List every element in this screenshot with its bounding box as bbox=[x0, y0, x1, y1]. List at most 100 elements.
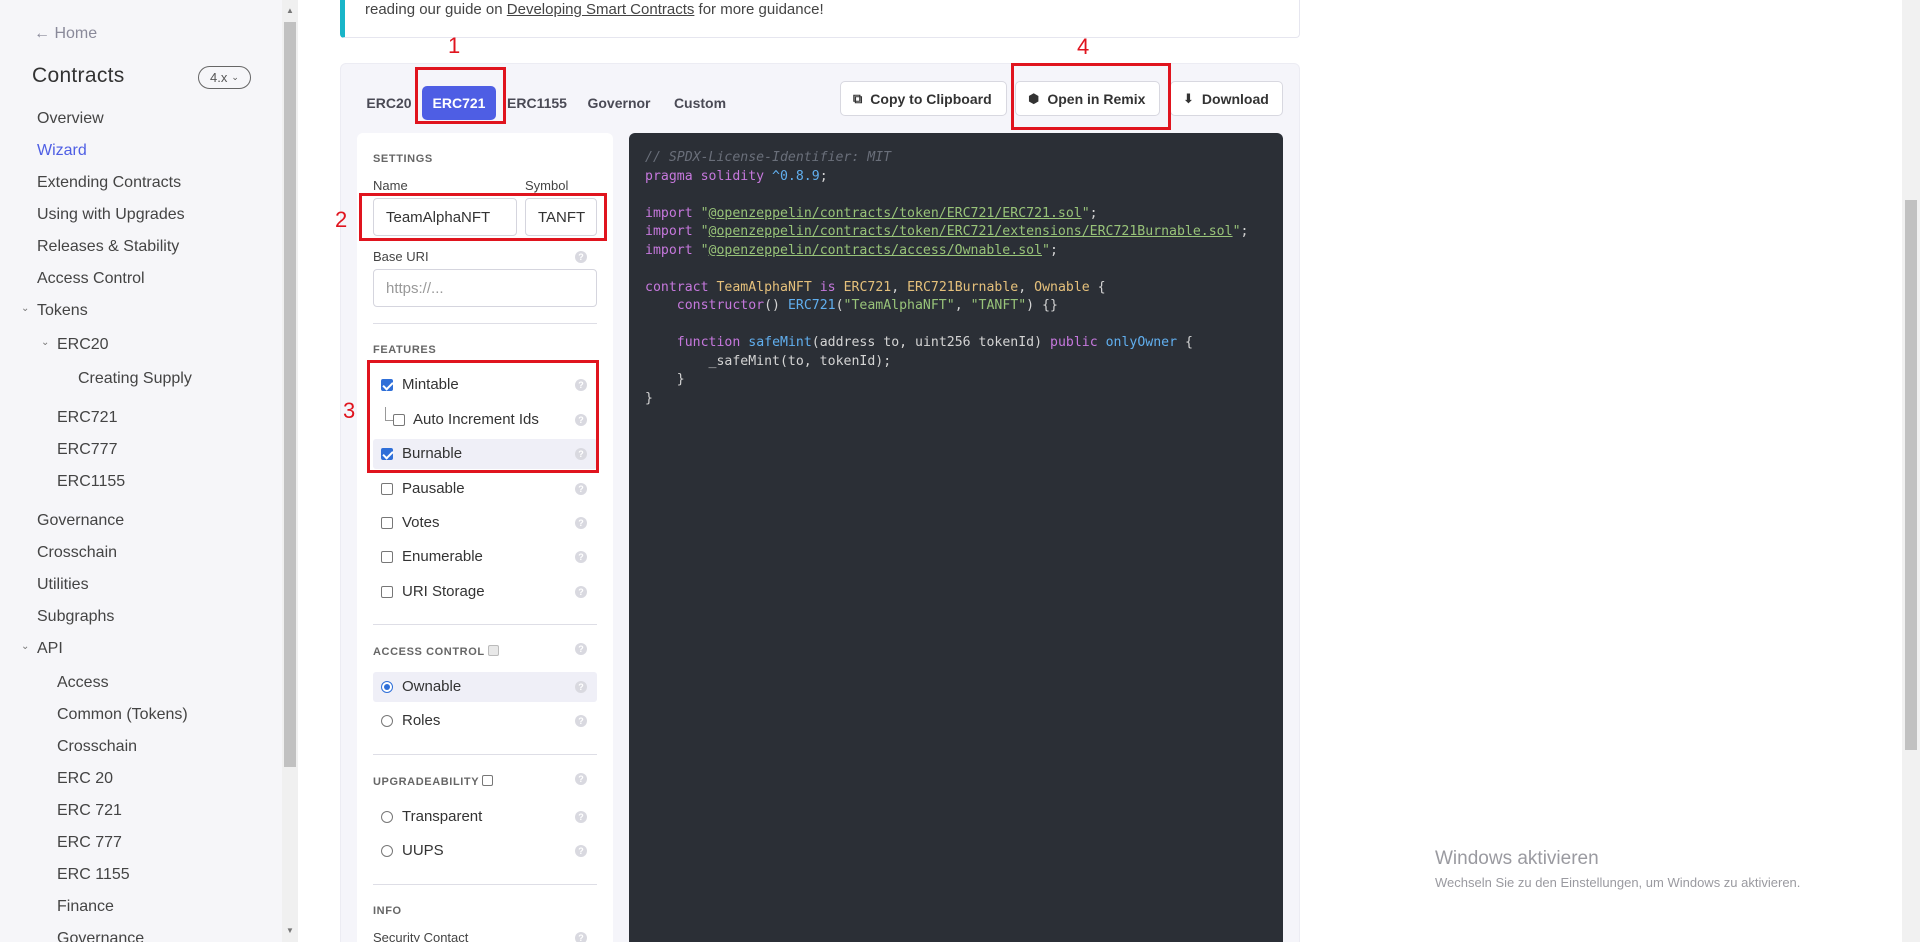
access-control-checkbox[interactable] bbox=[487, 645, 499, 656]
sidebar-item-erc1155[interactable]: ERC1155 bbox=[57, 473, 125, 491]
sidebar-item-api-governance[interactable]: Governance bbox=[57, 930, 144, 942]
symbol-label: Symbol bbox=[525, 178, 569, 193]
sidebar-item-label: API bbox=[37, 640, 63, 657]
help-icon[interactable]: ? bbox=[575, 681, 587, 693]
feature-votes[interactable]: Votes ? bbox=[373, 508, 597, 538]
sidebar-item-creating-supply[interactable]: Creating Supply bbox=[78, 370, 192, 388]
code-import-2: @openzeppelin/contracts/token/ERC721/ext… bbox=[708, 224, 1233, 239]
sidebar-item-access-control[interactable]: Access Control bbox=[37, 270, 145, 288]
upgradeability-heading-text: Upgradeability bbox=[373, 776, 480, 788]
guide-notice: reading our guide on Developing Smart Co… bbox=[340, 0, 1300, 38]
chevron-down-icon[interactable]: ⌄ bbox=[21, 303, 29, 314]
sidebar-item-utilities[interactable]: Utilities bbox=[37, 576, 89, 594]
sidebar-item-api-erc20[interactable]: ERC 20 bbox=[57, 770, 113, 788]
help-icon[interactable]: ? bbox=[575, 811, 587, 823]
home-link[interactable]: ← Home bbox=[34, 25, 97, 43]
name-label: Name bbox=[373, 178, 408, 193]
feature-enumerable[interactable]: Enumerable ? bbox=[373, 542, 597, 572]
sidebar-scrollbar[interactable]: ▲ ▼ bbox=[282, 0, 298, 942]
copy-icon: ⧉ bbox=[853, 90, 863, 106]
help-icon[interactable]: ? bbox=[575, 715, 587, 727]
sidebar-item-crosschain[interactable]: Crosschain bbox=[37, 544, 117, 562]
copy-to-clipboard-button[interactable]: ⧉ Copy to Clipboard bbox=[840, 81, 1007, 116]
roles-radio[interactable] bbox=[381, 715, 393, 727]
access-roles[interactable]: Roles ? bbox=[373, 706, 597, 736]
sidebar-group-tokens[interactable]: ⌄ Tokens bbox=[21, 302, 88, 320]
uups-radio[interactable] bbox=[381, 845, 393, 857]
chevron-down-icon[interactable]: ⌄ bbox=[21, 641, 29, 652]
sidebar-item-api-finance[interactable]: Finance bbox=[57, 898, 114, 916]
scroll-up-icon[interactable]: ▲ bbox=[286, 6, 294, 15]
base-uri-input[interactable]: https://... bbox=[373, 269, 597, 307]
version-selector[interactable]: 4.x ⌄ bbox=[198, 66, 251, 89]
sidebar-item-api-erc721[interactable]: ERC 721 bbox=[57, 802, 122, 820]
help-icon[interactable]: ? bbox=[575, 517, 587, 529]
help-icon[interactable]: ? bbox=[575, 251, 587, 263]
tab-erc1155[interactable]: ERC1155 bbox=[504, 86, 570, 120]
chevron-down-icon[interactable]: ⌄ bbox=[41, 337, 49, 348]
feature-pausable[interactable]: Pausable ? bbox=[373, 474, 597, 504]
sidebar-item-erc721[interactable]: ERC721 bbox=[57, 409, 117, 427]
features-heading: Features bbox=[373, 344, 437, 356]
sidebar-item-api-crosschain[interactable]: Crosschain bbox=[57, 738, 137, 756]
transparent-radio[interactable] bbox=[381, 811, 393, 823]
sidebar-item-overview[interactable]: Overview bbox=[37, 110, 104, 128]
ownable-radio[interactable] bbox=[381, 681, 393, 693]
upgrade-uups[interactable]: UUPS ? bbox=[373, 836, 597, 866]
tab-erc20[interactable]: ERC20 bbox=[364, 86, 414, 120]
divider bbox=[373, 884, 597, 885]
annotation-number-2: 2 bbox=[335, 207, 348, 232]
page-scrollbar-thumb[interactable] bbox=[1905, 200, 1917, 750]
tab-governor[interactable]: Governor bbox=[584, 86, 654, 120]
help-icon[interactable]: ? bbox=[575, 551, 587, 563]
enumerable-checkbox[interactable] bbox=[381, 551, 393, 563]
help-icon[interactable]: ? bbox=[575, 483, 587, 495]
help-icon[interactable]: ? bbox=[575, 586, 587, 598]
page-scrollbar[interactable] bbox=[1902, 0, 1920, 942]
help-icon[interactable]: ? bbox=[575, 643, 587, 655]
sidebar-item-api-erc777[interactable]: ERC 777 bbox=[57, 834, 122, 852]
access-control-heading: Access Control bbox=[373, 645, 499, 658]
sidebar-item-api-common-tokens[interactable]: Common (Tokens) bbox=[57, 706, 188, 724]
sidebar-item-subgraphs[interactable]: Subgraphs bbox=[37, 608, 114, 626]
sidebar-item-api-erc1155[interactable]: ERC 1155 bbox=[57, 866, 130, 884]
notice-suffix: for more guidance! bbox=[694, 1, 824, 18]
sidebar-item-extending-contracts[interactable]: Extending Contracts bbox=[37, 174, 181, 192]
sidebar-item-releases-stability[interactable]: Releases & Stability bbox=[37, 238, 179, 256]
notice-prefix: reading our guide on bbox=[365, 1, 507, 18]
upgrade-transparent[interactable]: Transparent ? bbox=[373, 802, 597, 832]
developing-smart-contracts-link[interactable]: Developing Smart Contracts bbox=[507, 1, 695, 18]
roles-label: Roles bbox=[402, 712, 441, 729]
sidebar-item-wizard[interactable]: Wizard bbox=[37, 142, 87, 160]
sidebar-item-api-access[interactable]: Access bbox=[57, 674, 109, 692]
copy-button-label: Copy to Clipboard bbox=[870, 90, 992, 107]
windows-activation-watermark: Windows aktivieren Wechseln Sie zu den E… bbox=[1435, 848, 1800, 890]
sidebar-item-erc777[interactable]: ERC777 bbox=[57, 441, 117, 459]
ownable-label: Ownable bbox=[402, 678, 462, 695]
help-icon[interactable]: ? bbox=[575, 845, 587, 857]
sidebar-group-erc20[interactable]: ⌄ ERC20 bbox=[41, 336, 109, 354]
code-ctor-arg-2: "TANFT" bbox=[970, 298, 1027, 313]
votes-label: Votes bbox=[402, 514, 440, 531]
pausable-checkbox[interactable] bbox=[381, 483, 393, 495]
notice-text: reading our guide on Developing Smart Co… bbox=[365, 1, 824, 18]
code-editor[interactable]: // SPDX-License-Identifier: MIT pragma s… bbox=[629, 133, 1283, 942]
uri-storage-checkbox[interactable] bbox=[381, 586, 393, 598]
upgradeability-checkbox[interactable] bbox=[482, 775, 494, 786]
download-button[interactable]: ⬇ Download bbox=[1170, 81, 1283, 116]
pausable-label: Pausable bbox=[402, 480, 465, 497]
code-base-2: ERC721Burnable bbox=[907, 279, 1019, 295]
help-icon[interactable]: ? bbox=[575, 932, 587, 942]
feature-uri-storage[interactable]: URI Storage ? bbox=[373, 577, 597, 607]
sidebar-item-governance[interactable]: Governance bbox=[37, 512, 124, 530]
sidebar-scrollbar-thumb[interactable] bbox=[284, 22, 296, 767]
help-icon[interactable]: ? bbox=[575, 773, 587, 785]
access-ownable[interactable]: Ownable ? bbox=[373, 672, 597, 702]
sidebar-item-using-with-upgrades[interactable]: Using with Upgrades bbox=[37, 206, 185, 224]
sidebar-item-label: ERC20 bbox=[57, 336, 109, 353]
scroll-down-icon[interactable]: ▼ bbox=[286, 926, 294, 935]
sidebar-group-api[interactable]: ⌄ API bbox=[21, 640, 63, 658]
tab-custom[interactable]: Custom bbox=[670, 86, 730, 120]
base-uri-label: Base URI bbox=[373, 249, 429, 264]
votes-checkbox[interactable] bbox=[381, 517, 393, 529]
